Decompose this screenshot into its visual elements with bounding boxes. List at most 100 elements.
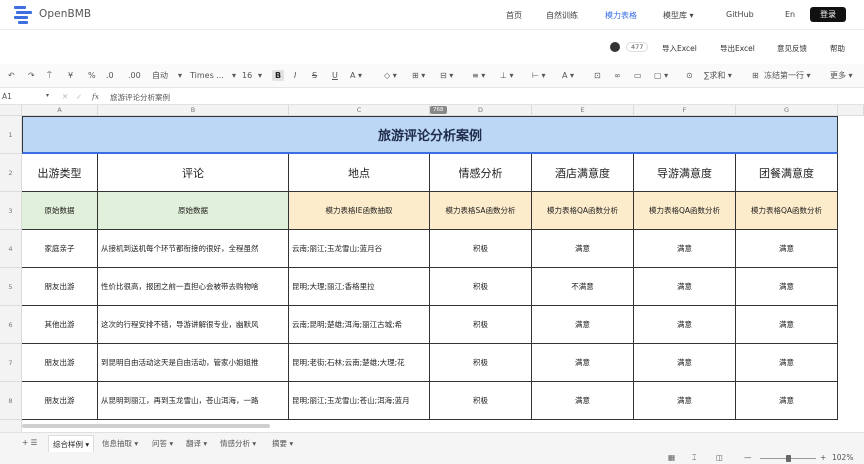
- type-cell[interactable]: 原始数据: [98, 192, 289, 230]
- data-cell[interactable]: 满意: [532, 230, 634, 268]
- data-cell[interactable]: 从昆明到丽江，再到玉龙雪山，苍山洱海，一路: [98, 382, 289, 420]
- data-cell[interactable]: 满意: [634, 268, 736, 306]
- format-painter-icon[interactable]: ⍑: [47, 70, 52, 81]
- row-header[interactable]: 8: [0, 382, 22, 420]
- data-cell[interactable]: 积极: [430, 382, 532, 420]
- merge-cells-select[interactable]: ⊟ ▾: [440, 70, 453, 81]
- undo-icon[interactable]: ↶: [8, 70, 15, 81]
- number-format-select[interactable]: 自动: [152, 70, 168, 81]
- freeze-icon[interactable]: ⊞: [752, 70, 759, 81]
- nav-home[interactable]: 首页: [506, 10, 522, 21]
- nav-github[interactable]: GitHub: [726, 10, 754, 19]
- header-cell[interactable]: 酒店满意度: [532, 154, 634, 192]
- select-all-corner[interactable]: [0, 105, 22, 116]
- chevron-down-icon[interactable]: ▾: [258, 70, 262, 81]
- column-header[interactable]: B: [98, 105, 289, 116]
- nav-models[interactable]: 模型库 ▾: [663, 10, 694, 21]
- row-header[interactable]: 5: [0, 268, 22, 306]
- bold-button[interactable]: B: [272, 70, 285, 81]
- underline-button[interactable]: U: [332, 70, 338, 81]
- cell-reference[interactable]: A1: [2, 92, 12, 101]
- data-cell[interactable]: 满意: [634, 382, 736, 420]
- horizontal-scrollbar[interactable]: [22, 424, 270, 428]
- import-excel-button[interactable]: 导入Excel: [662, 43, 697, 54]
- decrease-decimal-icon[interactable]: .0: [106, 70, 114, 81]
- sheet-tab-问答[interactable]: 问答 ▾: [152, 438, 173, 449]
- chevron-down-icon[interactable]: ▾: [178, 70, 182, 81]
- data-cell[interactable]: 积极: [430, 344, 532, 382]
- type-cell[interactable]: 模力表格QA函数分析: [634, 192, 736, 230]
- header-cell[interactable]: 导游满意度: [634, 154, 736, 192]
- logo-text[interactable]: OpenBMB: [39, 8, 91, 20]
- type-cell[interactable]: 原始数据: [22, 192, 98, 230]
- data-cell[interactable]: 满意: [634, 344, 736, 382]
- data-cell[interactable]: 昆明;大理;丽江;香格里拉: [289, 268, 430, 306]
- data-cell[interactable]: 朋友出游: [22, 344, 98, 382]
- column-header[interactable]: A: [22, 105, 98, 116]
- image-icon[interactable]: ⊡: [594, 70, 601, 81]
- header-cell[interactable]: 地点: [289, 154, 430, 192]
- redo-icon[interactable]: ↷: [28, 70, 35, 81]
- nav-sheet[interactable]: 模力表格: [605, 10, 637, 21]
- data-cell[interactable]: 积极: [430, 268, 532, 306]
- login-button[interactable]: 登录: [810, 7, 846, 22]
- row-header[interactable]: 1: [0, 116, 22, 154]
- sheet-tab-情感分析[interactable]: 情感分析 ▾: [220, 438, 256, 449]
- grid-view-icon[interactable]: ▦: [668, 453, 675, 462]
- sum-select[interactable]: ∑求和 ▾: [704, 70, 732, 81]
- zoom-slider-handle[interactable]: [786, 455, 791, 462]
- type-cell[interactable]: 模力表格QA函数分析: [736, 192, 838, 230]
- data-cell[interactable]: 朋友出游: [22, 268, 98, 306]
- data-cell[interactable]: 积极: [430, 230, 532, 268]
- sheet-tab-摘要[interactable]: 摘要 ▾: [272, 438, 293, 449]
- row-header[interactable]: 3: [0, 192, 22, 230]
- horizontal-align-select[interactable]: ≡ ▾: [472, 70, 485, 81]
- sheet-tab-信息抽取[interactable]: 信息抽取 ▾: [102, 438, 138, 449]
- row-header[interactable]: 2: [0, 154, 22, 192]
- type-cell[interactable]: 模力表格SA函数分析: [430, 192, 532, 230]
- font-size-select[interactable]: 16: [242, 70, 252, 81]
- column-header[interactable]: E: [532, 105, 634, 116]
- data-cell[interactable]: 满意: [532, 344, 634, 382]
- data-cell[interactable]: 满意: [532, 306, 634, 344]
- data-cell[interactable]: 其他出游: [22, 306, 98, 344]
- comment-select[interactable]: ▢ ▾: [654, 70, 668, 81]
- data-cell[interactable]: 昆明;老街;石林;云南;楚雄;大理;花: [289, 344, 430, 382]
- data-cell[interactable]: 到昆明自由活动这天是自由活动，管家小姐姐推: [98, 344, 289, 382]
- column-header[interactable]: F: [634, 105, 736, 116]
- currency-icon[interactable]: ¥: [68, 70, 73, 81]
- column-header[interactable]: G: [736, 105, 838, 116]
- cancel-icon[interactable]: ✕: [62, 92, 68, 101]
- fill-color-select[interactable]: ◇ ▾: [384, 70, 397, 81]
- page-view-icon[interactable]: ◫: [716, 453, 723, 462]
- chevron-down-icon[interactable]: ▾: [232, 70, 236, 81]
- data-cell[interactable]: 朋友出游: [22, 382, 98, 420]
- row-header[interactable]: 6: [0, 306, 22, 344]
- data-cell[interactable]: 昆明;丽江;玉龙雪山;苍山;洱海;蓝月: [289, 382, 430, 420]
- chevron-down-icon[interactable]: ▾: [46, 92, 49, 99]
- header-cell[interactable]: 出游类型: [22, 154, 98, 192]
- data-cell[interactable]: 满意: [736, 306, 838, 344]
- github-icon[interactable]: [610, 42, 620, 52]
- border-select[interactable]: ⊞ ▾: [412, 70, 425, 81]
- type-cell[interactable]: 模力表格QA函数分析: [532, 192, 634, 230]
- strikethrough-button[interactable]: S: [312, 70, 317, 81]
- data-cell[interactable]: 家庭亲子: [22, 230, 98, 268]
- data-cell[interactable]: 满意: [634, 306, 736, 344]
- data-cell[interactable]: 云南;丽江;玉龙雪山;蓝月谷: [289, 230, 430, 268]
- column-header-empty[interactable]: [838, 105, 864, 116]
- sheet-title-cell[interactable]: 旅游评论分析案例: [22, 116, 838, 154]
- sheet-tab-综合样例[interactable]: 综合样例 ▾: [48, 435, 95, 453]
- freeze-row-select[interactable]: 冻结第一行 ▾: [764, 70, 811, 81]
- confirm-icon[interactable]: ✓: [76, 92, 82, 101]
- text-view-icon[interactable]: ⌶: [692, 453, 697, 463]
- font-family-select[interactable]: Times ...: [190, 70, 224, 81]
- data-cell[interactable]: 满意: [736, 344, 838, 382]
- zoom-out-icon[interactable]: —: [744, 453, 752, 462]
- data-cell[interactable]: 性价比很高，报团之前一直担心会被带去购物啥: [98, 268, 289, 306]
- text-rotate-select[interactable]: A ▾: [562, 70, 574, 81]
- text-color-select[interactable]: A ▾: [350, 70, 362, 81]
- data-cell[interactable]: 满意: [634, 230, 736, 268]
- header-cell[interactable]: 评论: [98, 154, 289, 192]
- data-cell[interactable]: 不满意: [532, 268, 634, 306]
